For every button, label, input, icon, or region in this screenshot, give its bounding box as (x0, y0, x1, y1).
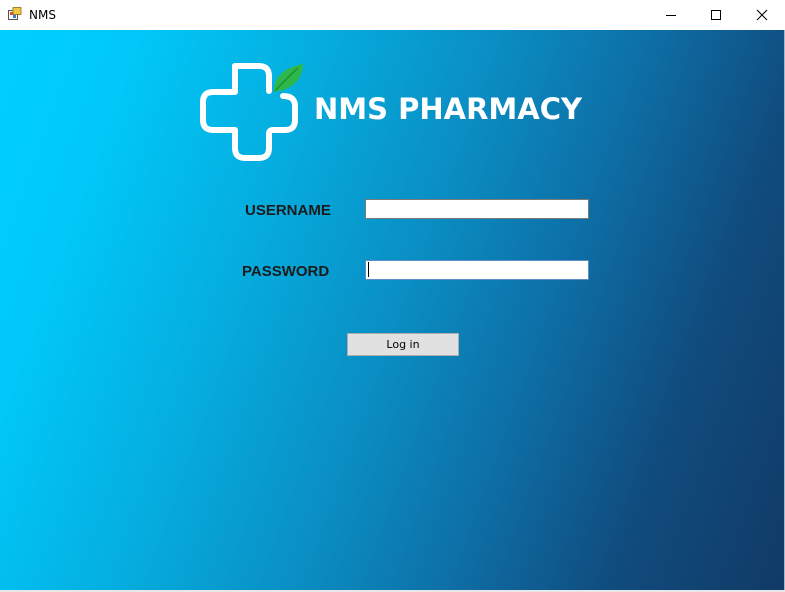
close-icon (756, 9, 768, 21)
window-title: NMS (29, 8, 56, 22)
username-label: USERNAME (245, 202, 331, 219)
app-window: NMS NMS PHARMACY USERNAME PASSWORD Log i… (0, 0, 785, 592)
username-input[interactable] (365, 199, 589, 219)
title-bar[interactable]: NMS (0, 0, 785, 30)
minimize-icon (666, 15, 676, 16)
minimize-button[interactable] (648, 0, 694, 30)
maximize-button[interactable] (693, 0, 739, 30)
cross-with-leaf-icon (200, 63, 303, 161)
maximize-icon (711, 10, 721, 20)
login-button[interactable]: Log in (347, 333, 459, 356)
app-icon (8, 7, 22, 20)
brand-name: NMS PHARMACY (314, 92, 582, 126)
login-panel: NMS PHARMACY (0, 30, 785, 590)
password-input[interactable] (365, 260, 589, 280)
close-button[interactable] (739, 0, 785, 30)
text-caret (368, 262, 369, 277)
password-label: PASSWORD (242, 263, 330, 280)
